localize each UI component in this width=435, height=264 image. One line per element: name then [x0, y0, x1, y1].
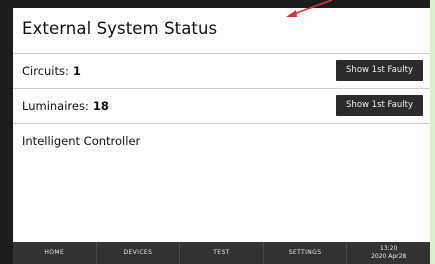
- arrow-head: [286, 10, 297, 17]
- arrow-line: [290, 0, 333, 16]
- annotation-arrow-icon: [286, 0, 333, 17]
